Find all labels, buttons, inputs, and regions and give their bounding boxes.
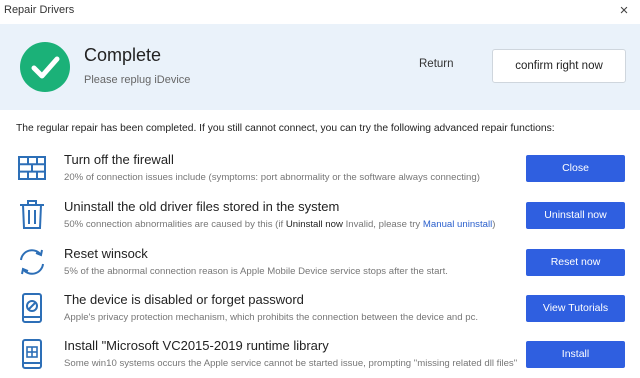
close-icon[interactable]: × (614, 2, 634, 22)
status-subtitle: Please replug iDevice (84, 74, 191, 86)
title-bar: Repair Drivers × (0, 0, 640, 24)
disabled-device-icon (22, 293, 42, 323)
option-description: 50% connection abnormalities are caused … (64, 219, 495, 230)
option-row-firewall: Turn off the firewall 20% of connection … (0, 150, 640, 196)
desc-text: Invalid, please try (342, 219, 423, 230)
trash-icon (20, 200, 44, 229)
close-firewall-button[interactable]: Close (526, 155, 625, 182)
option-title: Reset winsock (64, 246, 148, 261)
status-header: Complete Please replug iDevice Return co… (0, 24, 640, 110)
check-circle-icon (20, 42, 70, 92)
view-tutorials-button[interactable]: View Tutorials (526, 295, 625, 322)
window-title: Repair Drivers (4, 4, 75, 16)
desc-text: 50% connection abnormalities are caused … (64, 219, 286, 230)
uninstall-now-button[interactable]: Uninstall now (526, 202, 625, 229)
reset-now-button[interactable]: Reset now (526, 249, 625, 276)
option-title: Uninstall the old driver files stored in… (64, 199, 340, 214)
status-title: Complete (84, 45, 162, 65)
option-title: The device is disabled or forget passwor… (64, 292, 304, 307)
refresh-icon (20, 249, 44, 275)
manual-uninstall-link[interactable]: Manual uninstall (423, 219, 492, 230)
desc-text: ) (492, 219, 496, 230)
option-description: 5% of the abnormal connection reason is … (64, 266, 448, 277)
firewall-icon (18, 156, 46, 180)
windows-icon (22, 339, 42, 369)
option-description: 20% of connection issues include (sympto… (64, 172, 480, 183)
desc-emphasis: Uninstall now (285, 219, 343, 230)
confirm-button[interactable]: confirm right now (492, 49, 626, 83)
option-title: Turn off the firewall (64, 152, 174, 167)
option-row-runtime: Install "Microsoft VC2015-2019 runtime l… (0, 336, 640, 378)
option-row-uninstall: Uninstall the old driver files stored in… (0, 197, 640, 243)
option-row-winsock: Reset winsock 5% of the abnormal connect… (0, 244, 640, 290)
install-button[interactable]: Install (526, 341, 625, 368)
option-row-disabled-device: The device is disabled or forget passwor… (0, 290, 640, 336)
return-link[interactable]: Return (419, 58, 454, 70)
intro-text: The regular repair has been completed. I… (16, 123, 555, 134)
option-description: Apple's privacy protection mechanism, wh… (64, 312, 479, 323)
option-title: Install "Microsoft VC2015-2019 runtime l… (64, 338, 329, 353)
option-description: Some win10 systems occurs the Apple serv… (64, 358, 518, 369)
